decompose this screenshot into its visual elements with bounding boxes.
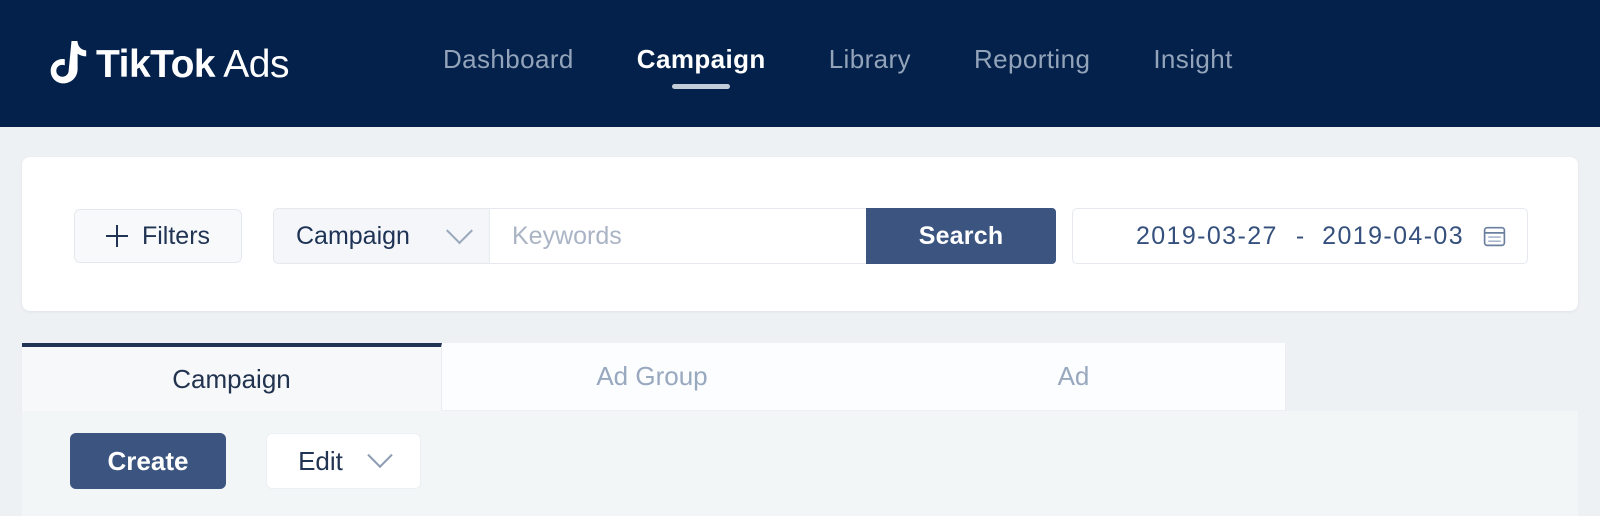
nav-item-dashboard[interactable]: Dashboard xyxy=(443,44,574,89)
nav-item-campaign[interactable]: Campaign xyxy=(637,44,766,89)
search-button[interactable]: Search xyxy=(866,208,1056,264)
nav-item-label: Dashboard xyxy=(443,44,574,74)
date-range-separator: - xyxy=(1295,221,1305,250)
search-type-value: Campaign xyxy=(296,221,410,250)
edit-button[interactable]: Edit xyxy=(266,433,421,489)
brand-logo[interactable]: TikTok Ads xyxy=(44,36,289,92)
nav-item-insight[interactable]: Insight xyxy=(1153,44,1232,89)
date-range-end: 2019-04-03 xyxy=(1322,221,1465,250)
nav-item-label: Insight xyxy=(1153,44,1233,74)
search-type-select[interactable]: Campaign xyxy=(273,208,489,264)
main-nav: Dashboard Campaign Library Reporting Ins… xyxy=(443,44,1233,89)
tab-label: Ad Group xyxy=(596,361,708,391)
tab-campaign[interactable]: Campaign xyxy=(22,343,442,411)
keywords-placeholder: Keywords xyxy=(512,221,622,250)
tab-label: Campaign xyxy=(172,363,291,394)
calendar-icon xyxy=(1483,226,1506,247)
create-button[interactable]: Create xyxy=(70,433,226,489)
date-range-start: 2019-03-27 xyxy=(1135,221,1278,250)
tab-label: Ad xyxy=(1057,361,1090,391)
nav-item-label: Library xyxy=(828,44,911,74)
filters-button[interactable]: Filters xyxy=(74,209,242,263)
plus-icon xyxy=(105,225,128,247)
chevron-down-icon xyxy=(446,216,473,244)
filters-button-label: Filters xyxy=(141,221,211,250)
search-group: Campaign Keywords Search xyxy=(273,208,1056,264)
entity-tabs: Campaign Ad Group Ad xyxy=(22,343,1285,411)
brand-name: TikTok Ads xyxy=(96,45,289,84)
edit-button-label: Edit xyxy=(298,445,343,476)
nav-item-label: Campaign xyxy=(636,44,766,74)
nav-item-library[interactable]: Library xyxy=(829,44,911,89)
brand-name-light: Ads xyxy=(223,42,289,86)
nav-item-reporting[interactable]: Reporting xyxy=(974,44,1090,89)
active-nav-underline xyxy=(672,84,731,89)
action-toolbar: Create Edit xyxy=(22,411,1578,516)
filter-controls-row: Filters Campaign Keywords Search 2019-03… xyxy=(74,208,1528,264)
nav-item-label: Reporting xyxy=(973,44,1091,74)
chevron-down-icon xyxy=(367,442,393,469)
date-range-picker[interactable]: 2019-03-27 - 2019-04-03 xyxy=(1072,208,1528,264)
tab-ad[interactable]: Ad xyxy=(862,343,1285,411)
filter-panel: Filters Campaign Keywords Search 2019-03… xyxy=(22,157,1578,311)
top-navigation-bar: TikTok Ads Dashboard Campaign Library Re… xyxy=(0,0,1600,127)
brand-name-bold: TikTok xyxy=(96,42,216,86)
tiktok-note-icon xyxy=(50,41,87,84)
tab-ad-group[interactable]: Ad Group xyxy=(442,343,862,411)
create-button-label: Create xyxy=(107,445,189,476)
keywords-input[interactable]: Keywords xyxy=(489,208,866,264)
search-button-label: Search xyxy=(918,221,1004,250)
